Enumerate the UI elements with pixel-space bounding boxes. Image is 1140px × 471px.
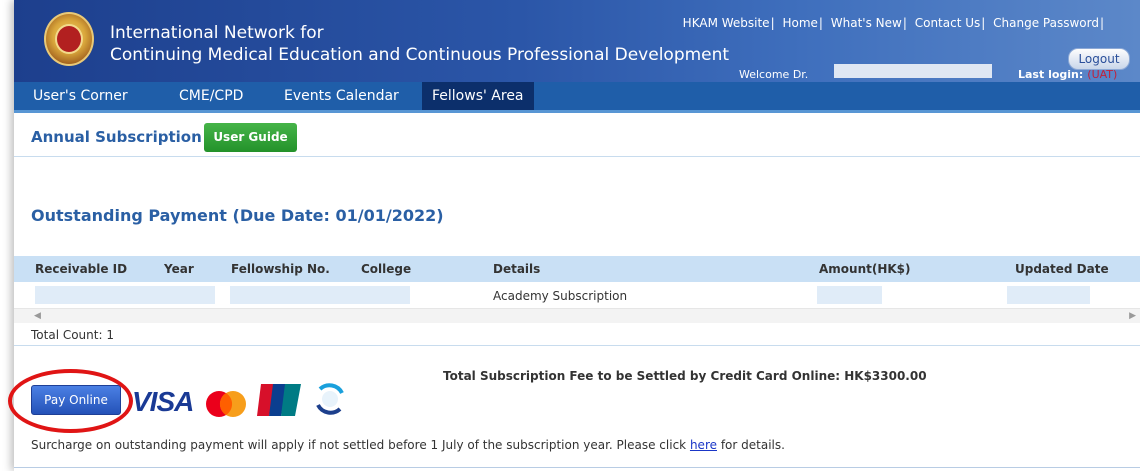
total-count: Total Count: 1 [31, 328, 114, 342]
page-title: Annual Subscription [31, 128, 202, 146]
divider [14, 345, 1140, 346]
academy-logo[interactable] [44, 12, 94, 66]
col-fellowship-no[interactable]: Fellowship No. [231, 256, 330, 282]
fps-logo [316, 383, 344, 415]
user-guide-button[interactable]: User Guide [204, 123, 297, 152]
link-home[interactable]: Home [782, 16, 817, 30]
visa-logo: VISA [132, 386, 194, 417]
total-fee-text: Total Subscription Fee to be Settled by … [443, 369, 927, 383]
horizontal-scrollbar[interactable]: ◀ ▶ [14, 308, 1140, 323]
amount-redacted [817, 286, 882, 304]
cell-details: Academy Subscription [493, 289, 628, 303]
nav-events-calendar[interactable]: Events Calendar [284, 82, 399, 110]
col-updated-date[interactable]: Updated Date [1015, 256, 1109, 282]
table-row[interactable]: Academy Subscription [14, 282, 1140, 308]
link-change-password[interactable]: Change Password [993, 16, 1099, 30]
surcharge-text: Surcharge on outstanding payment will ap… [31, 438, 687, 452]
surcharge-suffix: for details. [720, 438, 785, 452]
divider [14, 156, 1140, 157]
site-title-line2: Continuing Medical Education and Continu… [110, 45, 730, 65]
col-amount[interactable]: Amount(HK$) [819, 256, 911, 282]
main-nav: User's Corner CME/CPD Events Calendar Fe… [14, 82, 1140, 113]
welcome-label: Welcome Dr. [739, 68, 809, 81]
user-name-redacted [834, 64, 992, 78]
last-login: Last login: (UAT) [1018, 68, 1117, 81]
env-badge: (UAT) [1087, 68, 1118, 81]
col-year[interactable]: Year [164, 256, 194, 282]
unionpay-logo [257, 384, 301, 416]
top-links: HKAM Website| Home| What's New| Contact … [682, 16, 1104, 30]
nav-fellows-area[interactable]: Fellows' Area [422, 82, 534, 110]
nav-cme-cpd[interactable]: CME/CPD [179, 82, 243, 110]
site-title-line1: International Network for [110, 23, 324, 43]
nav-users-corner[interactable]: User's Corner [33, 82, 128, 110]
col-college[interactable]: College [361, 256, 411, 282]
divider [14, 467, 1140, 468]
link-whats-new[interactable]: What's New [831, 16, 902, 30]
fellowship-no-redacted [230, 286, 410, 304]
outstanding-heading: Outstanding Payment (Due Date: 01/01/202… [31, 206, 444, 225]
updated-date-redacted [1007, 286, 1090, 304]
col-receivable-id[interactable]: Receivable ID [35, 256, 127, 282]
mastercard-logo [206, 391, 246, 417]
scroll-left-arrow-icon[interactable]: ◀ [34, 309, 41, 323]
link-hkam-website[interactable]: HKAM Website [683, 16, 770, 30]
scroll-right-arrow-icon[interactable]: ▶ [1129, 309, 1136, 323]
receivable-id-redacted [35, 286, 215, 304]
last-login-label: Last login: [1018, 68, 1084, 81]
surcharge-note: Surcharge on outstanding payment will ap… [31, 438, 785, 452]
table-header: Receivable ID Year Fellowship No. Colleg… [14, 256, 1140, 282]
site-header: International Network for Continuing Med… [14, 0, 1140, 82]
col-details[interactable]: Details [493, 256, 540, 282]
highlight-annotation-circle [8, 369, 133, 433]
link-contact-us[interactable]: Contact Us [915, 16, 981, 30]
details-link[interactable]: here [690, 438, 717, 452]
logout-button[interactable]: Logout [1068, 48, 1130, 70]
